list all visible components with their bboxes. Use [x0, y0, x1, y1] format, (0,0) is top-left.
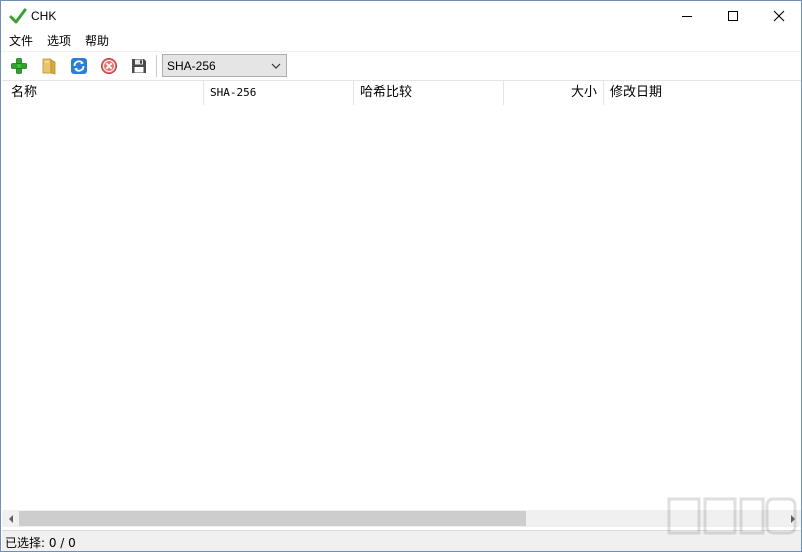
scrollbar-thumb[interactable] [19, 511, 526, 526]
toolbar-separator [156, 55, 157, 77]
close-button[interactable] [756, 1, 802, 31]
column-header-compare[interactable]: 哈希比较 [354, 81, 504, 105]
save-button[interactable] [128, 55, 150, 77]
chevron-left-icon [8, 514, 13, 523]
title-bar[interactable]: CHK [1, 1, 801, 31]
chevron-right-icon [790, 514, 795, 523]
maximize-button[interactable] [710, 1, 756, 31]
column-header-modified[interactable]: 修改日期 [604, 81, 801, 105]
column-header-hash[interactable]: SHA-256 [204, 81, 354, 105]
add-icon [11, 58, 27, 74]
list-header: 名称 SHA-256 哈希比较 大小 修改日期 [2, 81, 801, 105]
horizontal-scrollbar[interactable] [2, 510, 801, 527]
window-title: CHK [31, 9, 57, 23]
hash-algorithm-select[interactable]: SHA-256 [162, 54, 287, 77]
checkmark-icon [9, 7, 27, 25]
app-window: CHK 文件 选项 帮助 SHA-256 名称 SHA-256 哈希比较 大小 … [0, 0, 802, 552]
add-button[interactable] [8, 55, 30, 77]
open-button[interactable] [38, 55, 60, 77]
minimize-button[interactable] [664, 1, 710, 31]
maximize-icon [728, 11, 738, 21]
column-header-size[interactable]: 大小 [504, 81, 604, 105]
column-header-name[interactable]: 名称 [2, 81, 204, 105]
refresh-icon [71, 58, 87, 74]
refresh-button[interactable] [68, 55, 90, 77]
toolbar: SHA-256 [1, 51, 801, 79]
chevron-down-icon [266, 63, 286, 69]
save-icon [132, 59, 146, 73]
scroll-right-button[interactable] [784, 510, 801, 527]
close-icon [773, 10, 785, 22]
scroll-left-button[interactable] [2, 510, 19, 527]
menu-help[interactable]: 帮助 [78, 31, 116, 51]
open-folder-icon [42, 58, 56, 75]
stop-button[interactable] [98, 55, 120, 77]
menu-file[interactable]: 文件 [1, 31, 40, 51]
hash-algorithm-value: SHA-256 [167, 58, 216, 73]
menu-bar: 文件 选项 帮助 [1, 31, 801, 51]
file-list[interactable]: 名称 SHA-256 哈希比较 大小 修改日期 [2, 80, 801, 510]
minimize-icon [682, 16, 692, 17]
status-bar: 已选择: 0 / 0 [2, 530, 801, 551]
stop-icon [101, 58, 117, 74]
menu-options[interactable]: 选项 [40, 31, 78, 51]
selection-status: 已选择: 0 / 0 [5, 536, 76, 550]
